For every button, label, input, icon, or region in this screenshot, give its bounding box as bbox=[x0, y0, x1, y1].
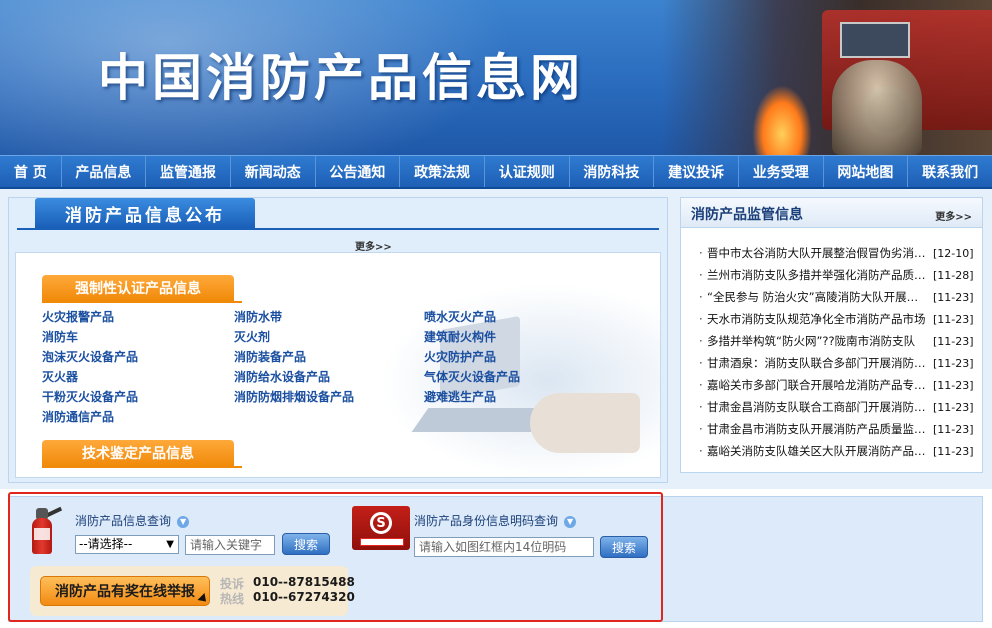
supervision-more-link[interactable]: 更多>> bbox=[935, 208, 972, 223]
news-item[interactable]: · 天水市消防支队规范净化全市消防产品市场 [11-23] bbox=[699, 308, 979, 330]
product-link[interactable]: 消防车 bbox=[42, 328, 78, 345]
news-item[interactable]: ·甘肃金昌消防支队联合工商部门开展消防产品检查[11-23] bbox=[699, 396, 979, 418]
product-link[interactable]: 消防通信产品 bbox=[42, 408, 114, 425]
news-item[interactable]: · 甘肃金昌市消防支队开展消防产品质量监督抽查 [11-23] bbox=[699, 418, 979, 440]
supervision-title: 消防产品监管信息 bbox=[691, 207, 803, 223]
product-link[interactable]: 气体灭火设备产品 bbox=[424, 368, 520, 385]
news-item[interactable]: ·甘肃酒泉：消防支队联合多部门开展消防产品检查[11-23] bbox=[699, 352, 979, 374]
tech-products-heading: 技术鉴定产品信息 bbox=[42, 440, 234, 466]
nav-supervision-notice[interactable]: 监管通报 bbox=[146, 156, 231, 187]
product-link[interactable]: 灭火器 bbox=[42, 368, 78, 385]
product-link[interactable]: 火灾防护产品 bbox=[424, 348, 496, 365]
publish-more-link[interactable]: 更多>> bbox=[355, 238, 392, 253]
firefighter-image bbox=[832, 60, 922, 155]
product-link[interactable]: 消防水带 bbox=[234, 308, 282, 325]
site-title: 中国消防产品信息网 bbox=[98, 49, 584, 107]
publish-title: 消防产品信息公布 bbox=[35, 198, 255, 228]
product-link[interactable]: 火灾报警产品 bbox=[42, 308, 114, 325]
product-link[interactable]: 泡沫灭火设备产品 bbox=[42, 348, 138, 365]
news-item[interactable]: · 兰州市消防支队多措并举强化消防产品质量监管 [11-28] bbox=[699, 264, 979, 286]
product-categories-box: 强制性认证产品信息 火灾报警产品 消防水带 喷水灭火产品 消防车 灭火剂 建筑耐… bbox=[15, 252, 661, 478]
product-link[interactable]: 建筑耐火构件 bbox=[424, 328, 496, 345]
product-link[interactable]: 消防防烟排烟设备产品 bbox=[234, 388, 354, 405]
site-banner: 中国消防产品信息网 bbox=[0, 0, 992, 155]
nav-services[interactable]: 业务受理 bbox=[739, 156, 824, 187]
nav-complaints[interactable]: 建议投诉 bbox=[654, 156, 739, 187]
product-link[interactable]: 消防装备产品 bbox=[234, 348, 306, 365]
product-link[interactable]: 喷水灭火产品 bbox=[424, 308, 496, 325]
product-link[interactable]: 灭火剂 bbox=[234, 328, 270, 345]
nav-certification-rules[interactable]: 认证规则 bbox=[485, 156, 570, 187]
supervision-panel: 消防产品监管信息 更多>> · 晋中市太谷消防大队开展整治假冒伪劣消防产品 [12-… bbox=[680, 197, 983, 473]
highlight-box bbox=[8, 492, 663, 622]
nav-announcements[interactable]: 公告通知 bbox=[316, 156, 401, 187]
product-link[interactable]: 消防给水设备产品 bbox=[234, 368, 330, 385]
news-list: · 晋中市太谷消防大队开展整治假冒伪劣消防产品 [12-10] · 兰州市消防支队多措… bbox=[699, 242, 979, 462]
news-item[interactable]: · 嘉峪关市多部门联合开展哈龙消防产品专项检查 [11-23] bbox=[699, 374, 979, 396]
nav-news[interactable]: 新闻动态 bbox=[231, 156, 316, 187]
cert-products-heading: 强制性认证产品信息 bbox=[42, 275, 234, 301]
news-item[interactable]: · 晋中市太谷消防大队开展整治假冒伪劣消防产品 [12-10] bbox=[699, 242, 979, 264]
nav-policies[interactable]: 政策法规 bbox=[400, 156, 485, 187]
publish-panel: 消防产品信息公布 更多>> 强制性认证产品信息 火灾报警产品 消防水带 喷水灭火… bbox=[8, 197, 668, 483]
nav-contact[interactable]: 联系我们 bbox=[908, 156, 992, 187]
product-link[interactable]: 避难逃生产品 bbox=[424, 388, 496, 405]
nav-fire-tech[interactable]: 消防科技 bbox=[570, 156, 655, 187]
product-link[interactable]: 干粉灭火设备产品 bbox=[42, 388, 138, 405]
news-item[interactable]: · 嘉峪关消防支队雄关区大队开展消防产品检查 [11-23] bbox=[699, 440, 979, 462]
nav-sitemap[interactable]: 网站地图 bbox=[824, 156, 909, 187]
nav-home[interactable]: 首 页 bbox=[0, 156, 62, 187]
news-item[interactable]: · 多措并举构筑“防火网”??陇南市消防支队 [11-23] bbox=[699, 330, 979, 352]
main-content: 消防产品信息公布 更多>> 强制性认证产品信息 火灾报警产品 消防水带 喷水灭火… bbox=[0, 189, 992, 489]
main-nav: 首 页 产品信息 监管通报 新闻动态 公告通知 政策法规 认证规则 消防科技 建… bbox=[0, 155, 992, 189]
nav-product-info[interactable]: 产品信息 bbox=[62, 156, 147, 187]
fire-image bbox=[752, 85, 812, 155]
news-item[interactable]: · “全民参与 防治火灾”高陵消防大队开展宣传 [11-23] bbox=[699, 286, 979, 308]
